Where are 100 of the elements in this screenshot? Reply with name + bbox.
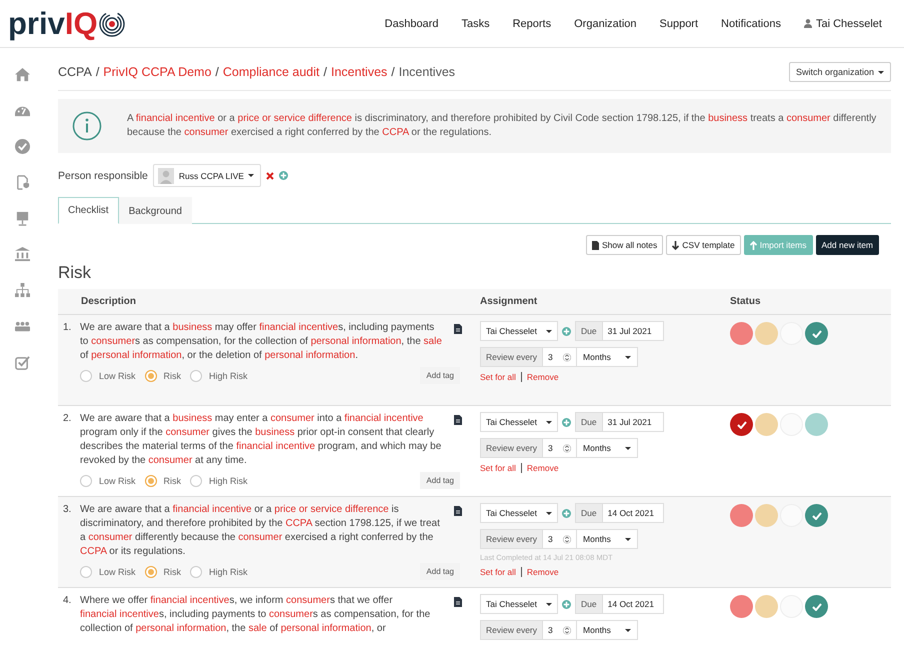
term-link[interactable]: business xyxy=(708,113,748,124)
review-interval-field[interactable]: 3 xyxy=(543,347,578,367)
due-date-field[interactable]: 14 Oct 2021 xyxy=(602,594,664,614)
note-icon[interactable] xyxy=(454,324,462,334)
show-all-notes-button[interactable]: Show all notes xyxy=(586,235,664,255)
due-date-field[interactable]: 14 Oct 2021 xyxy=(602,503,664,523)
add-icon[interactable] xyxy=(562,508,572,518)
interval-unit-select[interactable]: Months xyxy=(577,529,638,549)
nav-link[interactable]: Reports xyxy=(512,18,552,30)
term-link[interactable]: price or service difference xyxy=(238,113,352,124)
risk-radio[interactable]: High Risk xyxy=(190,370,248,382)
review-interval-field[interactable]: 3 xyxy=(543,620,578,640)
remove-icon[interactable] xyxy=(266,172,274,180)
term-link[interactable]: CCPA xyxy=(80,546,106,557)
assignee-select[interactable]: Tai Chesselet xyxy=(480,503,558,523)
status-button[interactable] xyxy=(805,504,828,527)
note-icon[interactable] xyxy=(454,415,462,425)
term-link[interactable]: financial incentive xyxy=(344,413,424,424)
risk-radio[interactable]: Low Risk xyxy=(80,370,136,382)
term-link[interactable]: consumer xyxy=(88,532,132,543)
nav-link[interactable]: Notifications xyxy=(721,18,781,30)
term-link[interactable]: business xyxy=(172,413,212,424)
row-action-link[interactable]: Remove xyxy=(520,567,559,577)
term-link[interactable]: financial incentive xyxy=(172,504,252,515)
csv-template-button[interactable]: CSV template xyxy=(666,235,741,255)
add-icon[interactable] xyxy=(278,171,288,180)
assignee-select[interactable]: Tai Chesselet xyxy=(480,321,558,341)
row-action-link[interactable]: Set for all xyxy=(480,463,516,473)
nav-link[interactable]: Dashboard xyxy=(384,18,438,30)
term-link[interactable]: consumer xyxy=(238,532,282,543)
term-link[interactable]: financial incentive xyxy=(80,609,159,620)
nav-link[interactable]: Organization xyxy=(574,18,636,30)
interval-unit-select[interactable]: Months xyxy=(577,438,638,458)
term-link[interactable]: sale xyxy=(424,336,442,347)
term-link[interactable]: personal information xyxy=(136,623,226,634)
term-link[interactable]: consumer xyxy=(270,413,314,424)
easel-icon[interactable] xyxy=(15,211,30,226)
term-link[interactable]: business xyxy=(255,427,295,438)
nav-link[interactable]: Support xyxy=(660,18,698,30)
term-link[interactable]: consumer xyxy=(269,609,313,620)
check-circle-icon[interactable] xyxy=(15,139,30,154)
add-icon[interactable] xyxy=(562,326,572,336)
spinner-icon[interactable] xyxy=(563,534,572,544)
term-link[interactable]: financial incentive xyxy=(150,595,230,606)
assignee-select[interactable]: Tai Chesselet xyxy=(480,594,558,614)
add-tag-button[interactable]: Add tag xyxy=(420,472,460,489)
breadcrumb-link[interactable]: PrivIQ CCPA Demo xyxy=(103,65,212,79)
switch-organization-button[interactable]: Switch organization xyxy=(788,62,891,82)
person-select[interactable]: Russ CCPA LIVE xyxy=(152,164,261,187)
risk-radio[interactable]: Risk xyxy=(144,566,182,578)
interval-unit-select[interactable]: Months xyxy=(577,620,638,640)
term-link[interactable]: consumer xyxy=(91,336,136,347)
term-link[interactable]: CCPA xyxy=(285,518,312,529)
assignee-select[interactable]: Tai Chesselet xyxy=(480,412,558,432)
risk-radio[interactable]: High Risk xyxy=(190,474,248,486)
spinner-icon[interactable] xyxy=(563,352,572,362)
tab[interactable]: Background xyxy=(118,197,192,224)
term-link[interactable]: personal information xyxy=(310,336,402,347)
note-icon[interactable] xyxy=(454,597,462,607)
breadcrumb-link[interactable]: Incentives xyxy=(330,65,388,79)
checkbox-icon[interactable] xyxy=(15,355,30,370)
status-button[interactable] xyxy=(730,595,753,618)
due-date-field[interactable]: 31 Jul 2021 xyxy=(602,321,664,341)
risk-radio[interactable]: High Risk xyxy=(190,566,248,578)
term-link[interactable]: consumer xyxy=(184,127,228,138)
bank-icon[interactable] xyxy=(15,247,30,262)
user-menu-link[interactable]: Tai Chesselet xyxy=(804,18,882,30)
term-link[interactable]: financial incentive xyxy=(259,322,338,333)
status-button[interactable] xyxy=(805,322,828,345)
add-icon[interactable] xyxy=(562,418,572,426)
risk-radio[interactable]: Low Risk xyxy=(80,474,136,486)
term-link[interactable]: sale xyxy=(248,623,267,634)
breadcrumb-link[interactable]: Compliance audit xyxy=(222,65,320,79)
row-action-link[interactable]: Remove xyxy=(520,372,559,382)
add-new-item-button[interactable]: Add new item xyxy=(816,235,879,255)
document-shield-icon[interactable] xyxy=(15,175,30,190)
term-link[interactable]: personal information xyxy=(280,623,372,634)
tab[interactable]: Checklist xyxy=(58,197,119,224)
add-icon[interactable] xyxy=(562,600,572,608)
row-action-link[interactable]: Set for all xyxy=(480,567,516,577)
due-date-field[interactable]: 31 Jul 2021 xyxy=(602,412,664,432)
spinner-icon[interactable] xyxy=(563,442,572,454)
spinner-icon[interactable] xyxy=(563,624,572,636)
home-icon[interactable] xyxy=(15,67,30,82)
term-link[interactable]: consumer xyxy=(286,595,330,606)
add-tag-button[interactable]: Add tag xyxy=(420,367,460,384)
status-button[interactable] xyxy=(730,413,753,436)
row-action-link[interactable]: Remove xyxy=(520,463,559,473)
risk-radio[interactable]: Low Risk xyxy=(80,566,136,578)
term-link[interactable]: personal information xyxy=(91,350,182,361)
term-link[interactable]: financial incentive xyxy=(136,113,215,124)
term-link[interactable]: financial incentive xyxy=(236,441,316,452)
term-link[interactable]: CCPA xyxy=(382,127,409,138)
nav-link[interactable]: Tasks xyxy=(461,18,490,30)
term-link[interactable]: consumer xyxy=(166,427,210,438)
group-icon[interactable] xyxy=(15,319,30,334)
term-link[interactable]: personal information xyxy=(264,350,356,361)
term-link[interactable]: consumer xyxy=(148,455,192,466)
note-icon[interactable] xyxy=(454,506,462,516)
term-link[interactable]: consumer xyxy=(786,113,830,124)
